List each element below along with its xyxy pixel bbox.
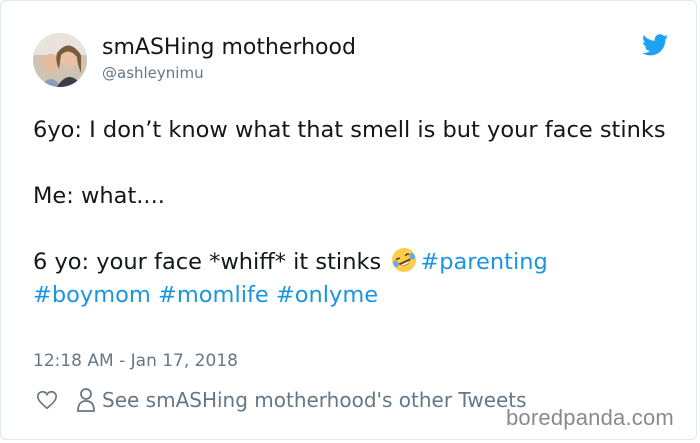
user-icon[interactable]: [76, 387, 96, 413]
tweet-line-3: 6 yo: your face *whiff* it stinks #paren…: [33, 246, 673, 312]
heart-icon[interactable]: [36, 389, 58, 411]
tweet-line-2: Me: what....: [33, 183, 165, 209]
rolling-on-floor-laughing-emoji: [392, 248, 417, 272]
boredpanda-watermark: boredpanda.com: [506, 405, 674, 430]
other-tweets-link[interactable]: See smASHing motherhood's other Tweets: [102, 388, 527, 412]
tweet-card: smASHing motherhood @ashleynimu 6yo: I d…: [0, 0, 697, 440]
twitter-bird-icon[interactable]: [642, 34, 668, 56]
tweet-text: 6yo: I don’t know what that smell is but…: [33, 114, 673, 312]
hashtag-parenting[interactable]: #parenting: [420, 249, 547, 275]
tweet-timestamp[interactable]: 12:18 AM - Jan 17, 2018: [33, 351, 238, 371]
hashtag-boymom[interactable]: #boymom: [33, 282, 151, 308]
hashtag-onlyme[interactable]: #onlyme: [276, 282, 378, 308]
author-handle[interactable]: @ashleynimu: [102, 64, 204, 82]
hashtag-momlife[interactable]: #momlife: [158, 282, 269, 308]
tweet-line-3-text: 6 yo: your face *whiff* it stinks: [33, 249, 382, 275]
tweet-line-1: 6yo: I don’t know what that smell is but…: [33, 117, 666, 143]
author-name[interactable]: smASHing motherhood: [102, 35, 356, 60]
avatar[interactable]: [33, 33, 87, 87]
